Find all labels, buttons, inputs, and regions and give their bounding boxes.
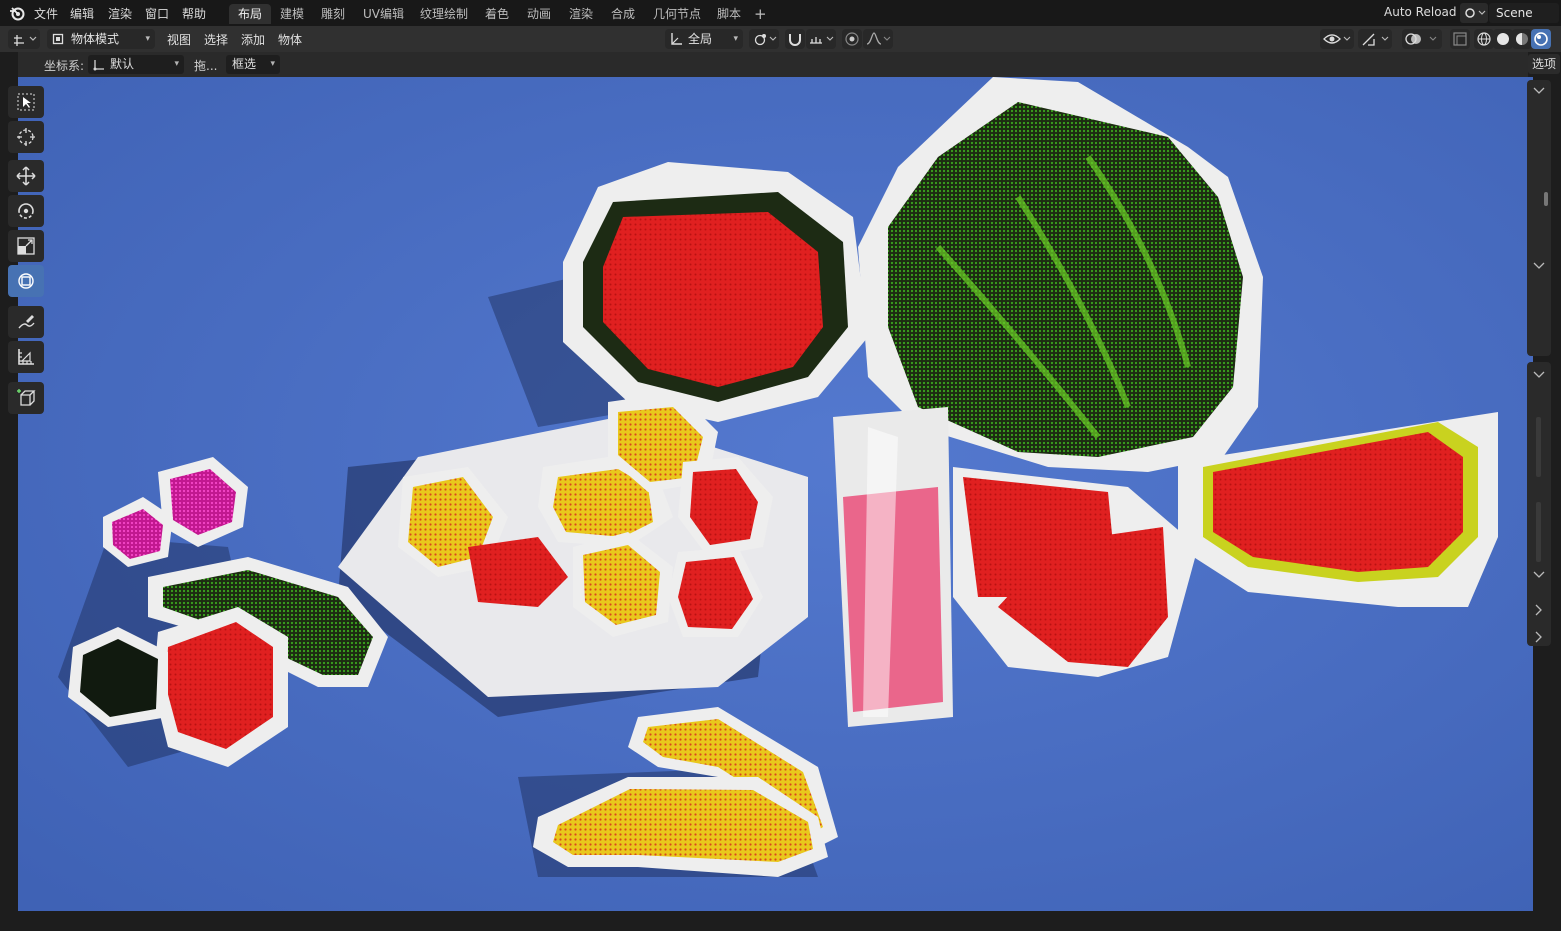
magnet-icon bbox=[789, 34, 801, 46]
drag-label: 拖... bbox=[194, 59, 218, 73]
shading-wireframe[interactable] bbox=[1474, 29, 1494, 49]
measure-icon bbox=[18, 349, 34, 365]
visibility-dropdown[interactable] bbox=[1320, 29, 1354, 49]
overlays-dropdown[interactable] bbox=[1402, 29, 1442, 49]
sidebar-tabs-upper[interactable] bbox=[1527, 80, 1551, 356]
proportional-edit-icon bbox=[845, 32, 859, 46]
gizmo-dropdown[interactable] bbox=[1358, 29, 1392, 49]
chevron-down-icon: ▾ bbox=[174, 59, 179, 69]
xray-icon bbox=[1453, 32, 1467, 46]
snap-increment-icon bbox=[810, 36, 834, 44]
shading-solid[interactable] bbox=[1493, 29, 1513, 49]
auto-reload-label[interactable]: Auto Reload bbox=[1384, 5, 1457, 19]
tool-settings-bar: 坐标系: 默认 ▾ 拖... 框选 ▾ bbox=[18, 52, 1528, 77]
orientation-label: 坐标系: bbox=[44, 59, 85, 73]
mode-label: 物体模式 bbox=[71, 32, 120, 46]
menu-object[interactable]: 物体 bbox=[278, 31, 302, 48]
tool-annotate[interactable] bbox=[8, 306, 44, 338]
tool-add-cube[interactable] bbox=[8, 382, 44, 414]
falloff-dropdown[interactable] bbox=[863, 29, 893, 49]
chevron-down-icon: ▾ bbox=[733, 34, 738, 44]
transform-orientation-dropdown[interactable]: 全局 ▾ bbox=[665, 29, 743, 49]
mode-dropdown[interactable]: 物体模式 ▾ bbox=[47, 29, 155, 49]
menu-render[interactable]: 渲染 bbox=[108, 5, 132, 22]
chevron-down-icon: ▾ bbox=[145, 34, 150, 44]
move-icon bbox=[16, 166, 36, 186]
orientation-icon bbox=[671, 33, 682, 45]
menu-add[interactable]: 添加 bbox=[241, 31, 265, 48]
tool-transform[interactable] bbox=[8, 265, 44, 297]
tab-scripting[interactable]: 脚本 bbox=[708, 4, 750, 24]
tool-cursor[interactable] bbox=[8, 121, 44, 153]
tool-measure[interactable] bbox=[8, 341, 44, 373]
menu-window[interactable]: 窗口 bbox=[145, 5, 169, 22]
rendered-sphere-icon bbox=[1534, 32, 1548, 46]
sidebar-tabs-lower[interactable] bbox=[1527, 362, 1551, 646]
tab-layout[interactable]: 布局 bbox=[229, 4, 272, 24]
drag-dropdown[interactable]: 框选 ▾ bbox=[226, 55, 280, 74]
menu-view[interactable]: 视图 bbox=[167, 31, 191, 48]
falloff-icon bbox=[866, 32, 891, 45]
tab-uv-editing[interactable]: UV编辑 bbox=[354, 4, 413, 24]
shading-material[interactable] bbox=[1512, 29, 1532, 49]
tool-select-box[interactable] bbox=[8, 86, 44, 118]
sidebar-arrow-icons bbox=[1533, 371, 1545, 643]
options-button[interactable]: 选项 bbox=[1528, 54, 1560, 74]
top-bar: 文件 编辑 渲染 窗口 帮助 布局 建模 雕刻 UV编辑 纹理绘制 着色 动画 … bbox=[0, 0, 1561, 26]
orientation-gizmo-icon bbox=[93, 60, 104, 71]
snap-toggle[interactable] bbox=[785, 29, 805, 49]
scale-icon bbox=[17, 237, 35, 255]
menu-help[interactable]: 帮助 bbox=[182, 5, 206, 22]
tab-geometry-nodes[interactable]: 几何节点 bbox=[644, 4, 710, 24]
pivot-icon bbox=[754, 34, 777, 46]
rotate-icon bbox=[18, 203, 34, 219]
orientation-dropdown[interactable]: 默认 ▾ bbox=[88, 55, 184, 74]
orientation-value: 默认 bbox=[110, 57, 135, 71]
snap-target-dropdown[interactable] bbox=[806, 29, 836, 49]
material-sphere-icon bbox=[1516, 33, 1528, 45]
tab-sculpting[interactable]: 雕刻 bbox=[312, 4, 354, 24]
cursor-icon bbox=[17, 128, 35, 146]
drag-value: 框选 bbox=[232, 57, 257, 71]
add-workspace-button[interactable]: + bbox=[754, 4, 767, 24]
3d-viewport[interactable] bbox=[18, 77, 1533, 911]
blender-logo-icon[interactable] bbox=[8, 4, 26, 22]
transform-icon bbox=[18, 273, 34, 289]
sidebar-scroll-icons bbox=[1533, 87, 1548, 269]
solid-sphere-icon bbox=[1497, 33, 1509, 45]
overlays-icon bbox=[1405, 33, 1437, 45]
scene-selector-icon[interactable] bbox=[1460, 3, 1488, 23]
tool-scale[interactable] bbox=[8, 230, 44, 262]
eye-icon bbox=[1323, 34, 1351, 44]
object-mode-icon bbox=[52, 33, 64, 45]
wireframe-sphere-icon bbox=[1477, 32, 1491, 46]
rendered-scene bbox=[18, 77, 1533, 911]
bottom-edge bbox=[0, 911, 1561, 931]
chevron-down-icon: ▾ bbox=[270, 59, 275, 69]
tool-move[interactable] bbox=[8, 160, 44, 192]
tab-shading[interactable]: 着色 bbox=[476, 4, 518, 24]
orientation-label: 全局 bbox=[688, 32, 713, 46]
add-cube-icon bbox=[17, 389, 36, 406]
viewport-header: 物体模式 ▾ 视图 选择 添加 物体 全局 ▾ bbox=[0, 26, 1561, 52]
xray-toggle[interactable] bbox=[1450, 29, 1470, 49]
axes-icon bbox=[14, 35, 37, 46]
menu-edit[interactable]: 编辑 bbox=[70, 5, 94, 22]
tab-modeling[interactable]: 建模 bbox=[271, 4, 313, 24]
tab-rendering[interactable]: 渲染 bbox=[560, 4, 602, 24]
tab-compositing[interactable]: 合成 bbox=[602, 4, 644, 24]
gizmo-icon bbox=[1362, 33, 1389, 46]
editor-type-button[interactable] bbox=[8, 29, 40, 49]
tab-animation[interactable]: 动画 bbox=[518, 4, 560, 24]
select-box-icon bbox=[17, 93, 35, 111]
pivot-point-button[interactable] bbox=[749, 29, 779, 49]
menu-select[interactable]: 选择 bbox=[204, 31, 228, 48]
menu-file[interactable]: 文件 bbox=[34, 5, 58, 22]
tab-texture-paint[interactable]: 纹理绘制 bbox=[411, 4, 477, 24]
shading-rendered[interactable] bbox=[1531, 29, 1551, 49]
tool-rotate[interactable] bbox=[8, 195, 44, 227]
scene-name-field[interactable]: Scene bbox=[1489, 3, 1559, 23]
proportional-edit-toggle[interactable] bbox=[842, 29, 862, 49]
annotate-icon bbox=[18, 315, 35, 329]
